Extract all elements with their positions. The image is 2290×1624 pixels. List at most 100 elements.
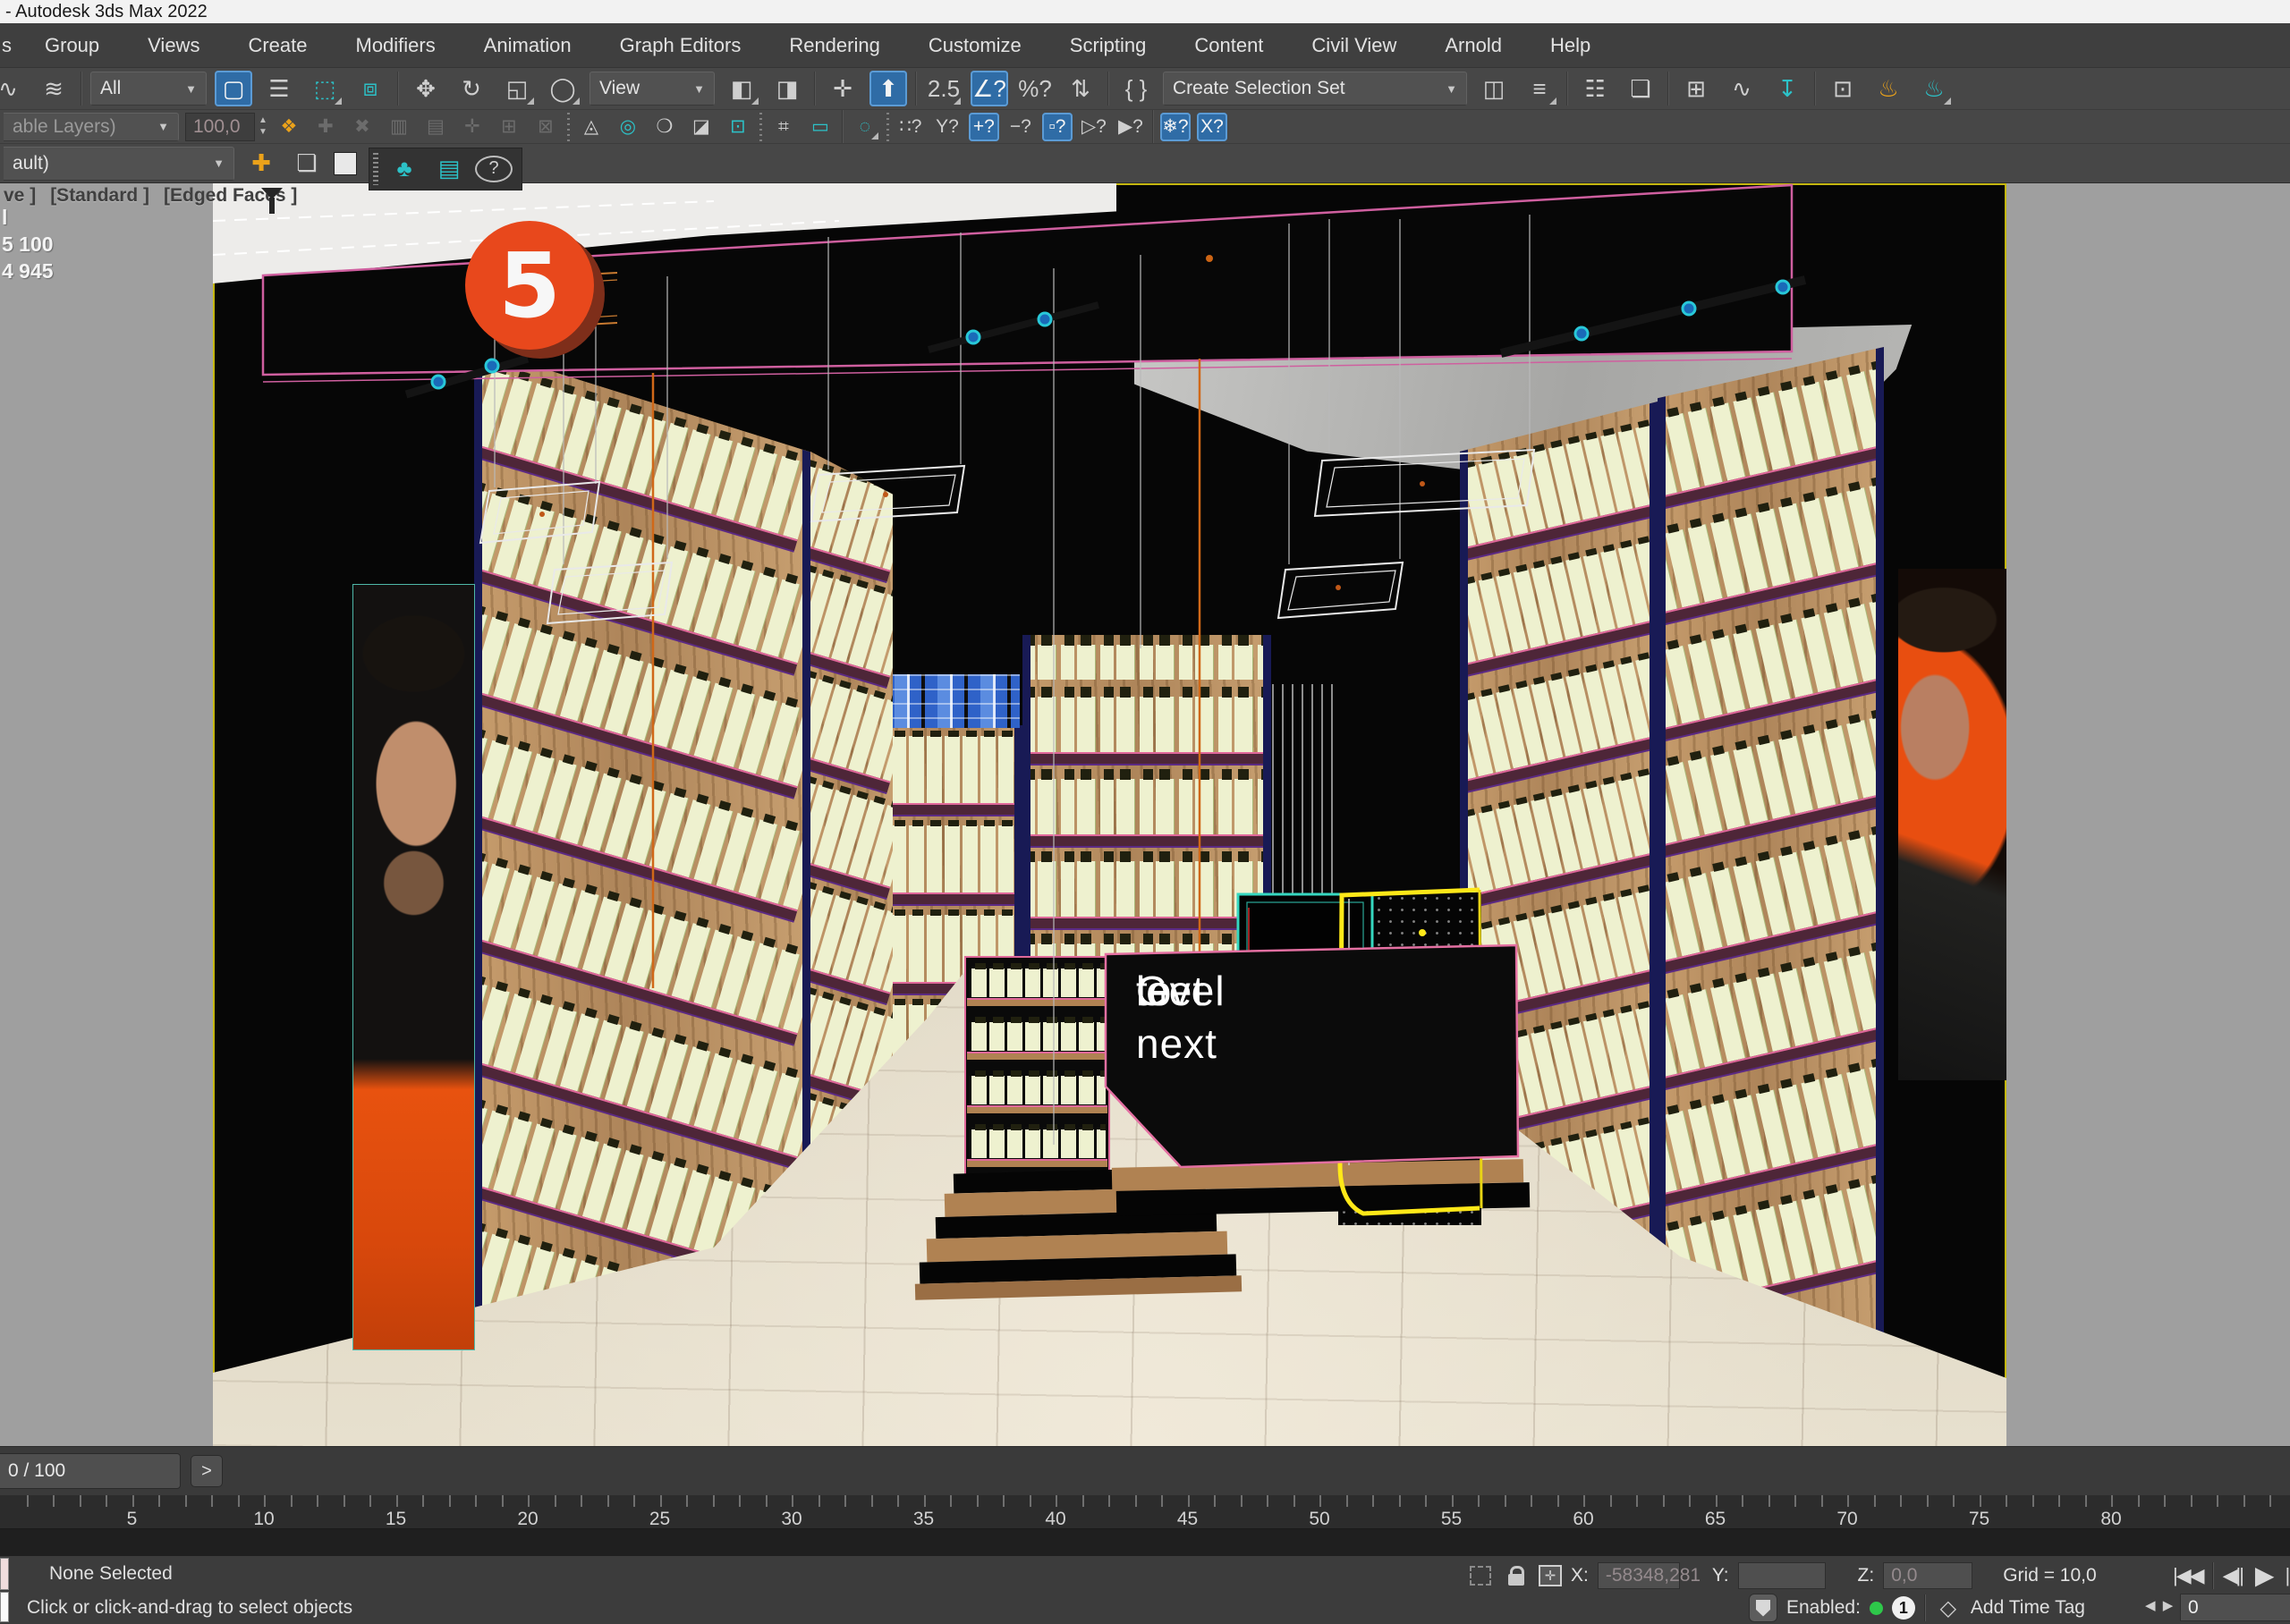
blue-product-boxes[interactable] xyxy=(882,674,1020,728)
filter-funnel-icon[interactable] xyxy=(261,188,283,199)
go-to-end-button-cut[interactable]: |I xyxy=(2281,1562,2290,1589)
angle-snap-toggle-icon[interactable]: ∠? xyxy=(971,71,1008,106)
percent-snap-toggle-icon[interactable]: %? xyxy=(1016,71,1054,106)
snap-cycle-icon[interactable]: ◌ xyxy=(850,113,880,141)
snap-pivot-icon[interactable]: Y? xyxy=(932,113,963,141)
schematic-view-icon[interactable]: ↧ xyxy=(1768,71,1806,106)
layer-list-dropdown[interactable]: able Layers)▼ xyxy=(4,113,179,141)
viewport-label-standard[interactable]: [Standard ] xyxy=(50,185,149,207)
select-objects-in-layer-icon[interactable]: ▤ xyxy=(420,113,451,141)
select-and-move-icon[interactable]: ✥ xyxy=(407,71,445,106)
render-production-icon[interactable]: ♨ xyxy=(1915,71,1953,106)
select-by-name-icon[interactable]: ☰ xyxy=(260,71,298,106)
x-coordinate-field[interactable]: -58348,281 xyxy=(1598,1562,1680,1589)
menu-item-modifiers[interactable]: Modifiers xyxy=(332,23,460,67)
next-key-button[interactable]: > xyxy=(191,1455,223,1487)
absolute-mode-icon[interactable]: ✛ xyxy=(1539,1565,1562,1586)
collapse-layers-icon[interactable]: ⊠ xyxy=(530,113,561,141)
curve-editor-icon[interactable]: ∿ xyxy=(1723,71,1760,106)
selection-filter-dropdown[interactable]: All▼ xyxy=(90,72,207,106)
maxscript-listener-sliver[interactable] xyxy=(0,1558,9,1590)
isolate-selection-icon[interactable] xyxy=(1467,1562,1494,1589)
enabled-count-badge[interactable]: 1 xyxy=(1892,1596,1915,1620)
y-coordinate-field[interactable] xyxy=(1738,1562,1826,1589)
keyboard-shortcut-override-icon[interactable]: ⬆ xyxy=(869,71,907,106)
snap-xyz-icon[interactable]: X? xyxy=(1197,113,1227,141)
measure-distance-icon[interactable]: ▭ xyxy=(805,113,835,141)
snap-grid-points-icon[interactable]: ∷? xyxy=(895,113,926,141)
display-stand[interactable] xyxy=(964,956,1110,1182)
spinner-snap-toggle-icon[interactable]: ⇅ xyxy=(1062,71,1099,106)
snap-endpoint-icon[interactable]: ▶? xyxy=(1115,113,1146,141)
toggle-ribbon-icon[interactable]: ⊞ xyxy=(1677,71,1715,106)
paint-objects-icon[interactable]: ❍ xyxy=(649,113,680,141)
current-frame-field[interactable]: 0 xyxy=(2180,1594,2290,1621)
paint-fill-icon[interactable]: ◪ xyxy=(686,113,717,141)
menu-item-scripting[interactable]: Scripting xyxy=(1046,23,1171,67)
merge-layers-icon[interactable]: ⊞ xyxy=(494,113,524,141)
layer-manager-icon[interactable]: ❖ xyxy=(274,113,304,141)
poster-woman[interactable] xyxy=(1898,569,2006,1080)
add-time-tag[interactable]: Add Time Tag xyxy=(1971,1597,2085,1619)
select-object-icon[interactable]: ▢ xyxy=(215,71,252,106)
selection-lock-icon[interactable] xyxy=(1503,1562,1530,1589)
delete-layer-icon[interactable]: ✖ xyxy=(347,113,377,141)
align-icon[interactable]: ≡ xyxy=(1521,71,1558,106)
right-viewport-strip[interactable]: FRON xyxy=(2006,183,2290,1446)
menu-item-cut[interactable]: s xyxy=(0,23,21,67)
color-swatch-icon[interactable] xyxy=(334,152,357,175)
time-slider-handle[interactable]: 0 / 100 xyxy=(0,1453,181,1489)
snap-vertex-icon[interactable]: +? xyxy=(969,113,999,141)
store-logo[interactable]: 5 xyxy=(465,221,594,350)
select-and-rotate-icon[interactable]: ↻ xyxy=(453,71,490,106)
select-and-manipulate-icon[interactable]: ✛ xyxy=(824,71,861,106)
perspective-viewport[interactable]: Get to next level 5 xyxy=(213,183,2006,1446)
snap-midpoint-icon[interactable]: ▫? xyxy=(1042,113,1073,141)
create-new-layer-icon[interactable]: ✚ xyxy=(310,113,341,141)
select-and-place-icon[interactable]: ◯ xyxy=(544,71,581,106)
menu-item-civil-view[interactable]: Civil View xyxy=(1287,23,1421,67)
menu-item-views[interactable]: Views xyxy=(123,23,224,67)
menu-item-graph-editors[interactable]: Graph Editors xyxy=(596,23,766,67)
select-and-uniform-scale-icon[interactable]: ◱ xyxy=(498,71,536,106)
track-bar[interactable]: 5101520253035404550556065707580 xyxy=(0,1495,2290,1529)
rendered-frame-window-icon[interactable]: ⊡ xyxy=(1824,71,1862,106)
menu-item-group[interactable]: Group xyxy=(21,23,123,67)
snap-edge-icon[interactable]: −? xyxy=(1005,113,1036,141)
go-to-start-button[interactable]: |◀◀ xyxy=(2169,1562,2207,1589)
render-setup-icon[interactable]: ♨ xyxy=(1870,71,1907,106)
notes-icon[interactable]: ▤ xyxy=(430,151,468,187)
add-selected-to-active-layer-icon[interactable]: ✚ xyxy=(242,146,280,182)
snap-face-icon[interactable]: ▷? xyxy=(1079,113,1109,141)
menu-item-content[interactable]: Content xyxy=(1170,23,1287,67)
use-pivot-point-center-icon[interactable]: ◧ xyxy=(723,71,760,106)
use-selection-center-icon[interactable]: ◨ xyxy=(768,71,806,106)
mirror-icon[interactable]: ◫ xyxy=(1475,71,1513,106)
toggle-layer-explorer-icon[interactable]: ❏ xyxy=(1622,71,1659,106)
snap-frozen-icon[interactable]: ❄? xyxy=(1160,113,1191,141)
edit-named-selection-sets-icon[interactable]: { } xyxy=(1117,71,1155,106)
toolbar-drag-handle[interactable] xyxy=(373,153,378,185)
previous-frame-button[interactable]: ◀|| xyxy=(2219,1562,2246,1589)
active-layer-dropdown[interactable]: ault)▼ xyxy=(4,147,234,181)
menu-item-rendering[interactable]: Rendering xyxy=(765,23,904,67)
window-crossing-toggle-icon[interactable]: ⧈ xyxy=(352,71,389,106)
bind-to-space-warp-icon[interactable]: ≋ xyxy=(35,71,72,106)
maxscript-listener-sliver2[interactable] xyxy=(0,1592,9,1622)
menu-item-arnold[interactable]: Arnold xyxy=(1421,23,1526,67)
help-icon[interactable]: ? xyxy=(475,156,513,182)
set-current-layer-icon[interactable]: ✛ xyxy=(457,113,488,141)
align-position-icon[interactable]: ◬ xyxy=(576,113,606,141)
select-and-link-icon[interactable]: ∿ xyxy=(0,71,27,106)
play-button[interactable]: ▶ xyxy=(2252,1559,2277,1592)
z-coordinate-field[interactable]: 0,0 xyxy=(1883,1562,1972,1589)
vegetation-icon[interactable]: ♣ xyxy=(386,151,423,187)
menu-item-create[interactable]: Create xyxy=(224,23,331,67)
frame-spinner-arrows[interactable]: ◀ ▶ xyxy=(2145,1597,2175,1613)
blue-slats[interactable] xyxy=(1307,894,1338,1175)
array-tool-icon[interactable]: ⊡ xyxy=(723,113,753,141)
menu-item-help[interactable]: Help xyxy=(1526,23,1615,67)
menu-item-animation[interactable]: Animation xyxy=(460,23,596,67)
named-selection-set-dropdown[interactable]: Create Selection Set▼ xyxy=(1163,72,1467,106)
left-viewport-strip[interactable] xyxy=(0,183,213,1446)
